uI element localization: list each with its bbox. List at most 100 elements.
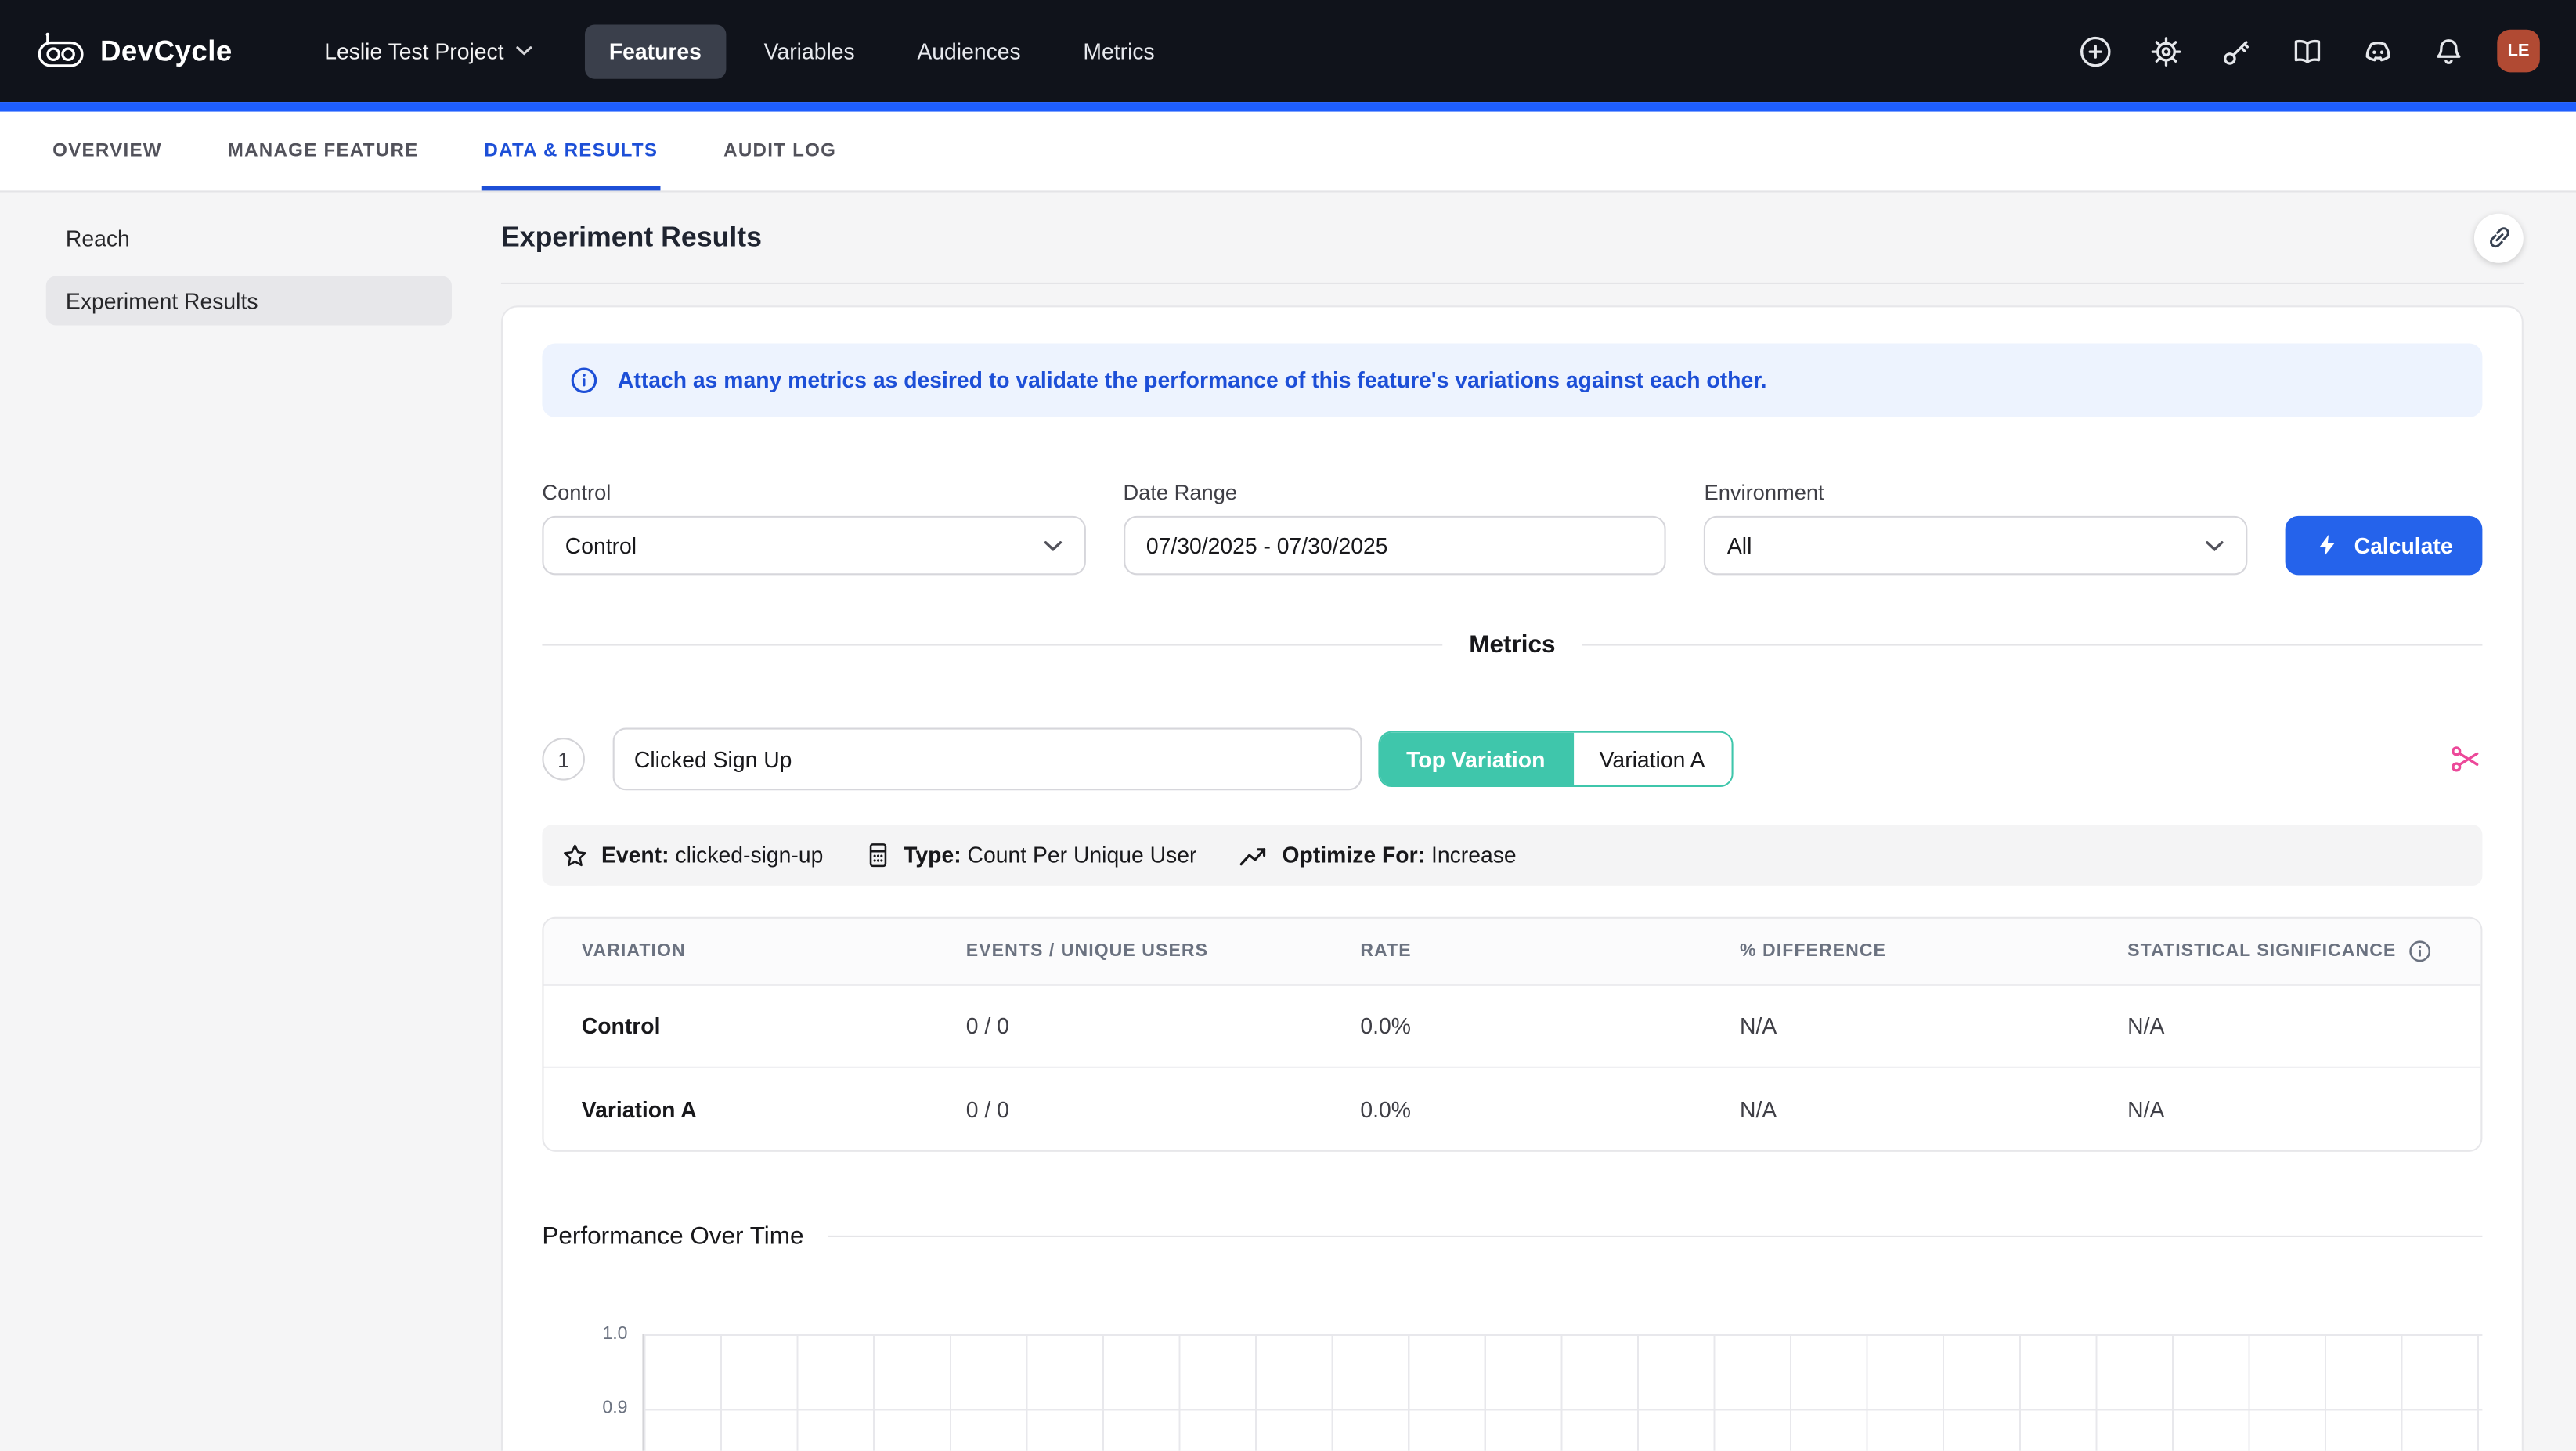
type-value: Count Per Unique User [968,843,1197,867]
row-variation: Variation A [544,1097,929,1121]
sidebar-item-experiment-results[interactable]: Experiment Results [46,276,452,325]
optimize-value: Increase [1431,843,1517,867]
user-avatar[interactable]: LE [2497,30,2540,73]
performance-chart: 1.0 0.9 [542,1334,2482,1451]
sidebar: Reach Experiment Results [0,192,476,1450]
bell-icon[interactable] [2426,30,2470,73]
info-icon [570,366,598,395]
metric-summary-bar: Event: clicked-sign-up Type: Count Per U… [542,825,2482,886]
type-summary: Type: Count Per Unique User [866,841,1196,869]
header-divider [501,283,2524,284]
remove-metric-scissors-icon[interactable] [2449,742,2482,775]
nav-item-metrics[interactable]: Metrics [1059,23,1179,78]
performance-title: Performance Over Time [542,1222,803,1251]
event-summary: Event: clicked-sign-up [562,842,824,868]
info-banner-text: Attach as many metrics as desired to val… [618,368,1767,392]
metric-index-badge: 1 [542,738,585,781]
accent-progress-bar [0,102,2576,112]
results-table: VARIATION EVENTS / UNIQUE USERS RATE % D… [542,917,2482,1152]
toggle-variation-a[interactable]: Variation A [1571,733,1731,785]
chevron-down-icon [2205,540,2224,551]
discord-icon[interactable] [2356,30,2399,73]
col-significance-label: STATISTICAL SIGNIFICANCE [2127,941,2396,961]
main-panel: Experiment Results Attach as many m [476,192,2576,1450]
row-difference: N/A [1702,1097,2090,1121]
nav-item-features[interactable]: Features [584,23,726,78]
calculator-icon [866,841,890,869]
add-icon[interactable] [2073,30,2116,73]
col-rate: RATE [1322,941,1702,961]
chevron-down-icon [515,46,532,56]
chart-plot-area [642,1334,2482,1451]
date-range-input[interactable] [1123,516,1666,576]
row-difference: N/A [1702,1014,2090,1038]
toggle-top-variation[interactable]: Top Variation [1380,733,1571,785]
table-row: Variation A 0 / 0 0.0% N/A N/A [544,1068,2481,1150]
calculate-button[interactable]: Calculate [2286,516,2483,576]
key-icon[interactable] [2214,30,2257,73]
app-window: DevCycle Leslie Test Project Features Va… [0,0,2576,1451]
col-difference: % DIFFERENCE [1702,941,2090,961]
row-rate: 0.0% [1322,1014,1702,1038]
bolt-icon [2314,532,2339,559]
project-selector-label: Leslie Test Project [324,38,503,63]
brand-name: DevCycle [100,34,233,68]
nav-item-audiences[interactable]: Audiences [893,23,1045,78]
optimize-summary: Optimize For: Increase [1239,843,1517,867]
calculate-button-label: Calculate [2354,533,2453,558]
chart-y-axis: 1.0 0.9 [542,1334,642,1451]
tab-data-results[interactable]: DATA & RESULTS [484,112,658,191]
feature-tabbar: OVERVIEW MANAGE FEATURE DATA & RESULTS A… [0,112,2576,193]
tab-overview[interactable]: OVERVIEW [52,112,162,191]
info-icon[interactable] [2408,940,2430,962]
event-label: Event: [601,843,669,867]
experiment-results-card: Attach as many metrics as desired to val… [501,305,2524,1450]
metric-name-input[interactable]: Clicked Sign Up [613,728,1362,791]
optimize-label: Optimize For: [1283,843,1426,867]
gear-icon[interactable] [2144,30,2187,73]
primary-nav: Features Variables Audiences Metrics [584,23,1179,78]
copy-link-button[interactable] [2474,213,2524,262]
content: Reach Experiment Results Experiment Resu… [0,192,2576,1450]
divider-line [1582,644,2482,645]
col-significance: STATISTICAL SIGNIFICANCE [2090,940,2480,962]
metrics-divider-label: Metrics [1469,631,1555,659]
date-range-field: Date Range [1123,480,1666,576]
main-header: Experiment Results [501,192,2524,282]
tab-manage-feature[interactable]: MANAGE FEATURE [228,112,419,191]
project-selector[interactable]: Leslie Test Project [324,38,532,63]
topbar: DevCycle Leslie Test Project Features Va… [0,0,2576,102]
tab-audit-log[interactable]: AUDIT LOG [723,112,836,191]
sidebar-item-reach[interactable]: Reach [46,214,452,263]
y-tick-label: 0.9 [602,1399,627,1420]
control-select-value: Control [565,533,637,558]
row-events: 0 / 0 [928,1097,1322,1121]
row-significance: N/A [2090,1014,2480,1038]
page-title: Experiment Results [501,221,762,254]
table-row: Control 0 / 0 0.0% N/A N/A [544,986,2481,1068]
control-select[interactable]: Control [542,516,1085,576]
metrics-divider: Metrics [542,631,2482,659]
docs-book-icon[interactable] [2286,30,2329,73]
col-events: EVENTS / UNIQUE USERS [928,941,1322,961]
environment-select[interactable]: All [1705,516,2248,576]
chevron-down-icon [1043,540,1063,551]
event-value: clicked-sign-up [675,843,823,867]
brand[interactable]: DevCycle [36,31,233,70]
nav-item-variables[interactable]: Variables [739,23,879,78]
divider-line [542,644,1442,645]
control-field: Control Control [542,480,1085,576]
environment-label: Environment [1705,480,2248,504]
info-banner: Attach as many metrics as desired to val… [542,344,2482,417]
col-variation: VARIATION [544,941,929,961]
environment-field: Environment All [1705,480,2248,576]
row-rate: 0.0% [1322,1097,1702,1121]
control-label: Control [542,480,1085,504]
performance-header: Performance Over Time [542,1222,2482,1251]
filters-row: Control Control Date Range Envir [542,480,2482,576]
divider-line [828,1236,2482,1237]
variation-toggle: Top Variation Variation A [1378,731,1733,787]
devcycle-logo-icon [36,31,85,70]
star-icon [562,842,589,868]
trend-up-icon [1239,843,1269,866]
